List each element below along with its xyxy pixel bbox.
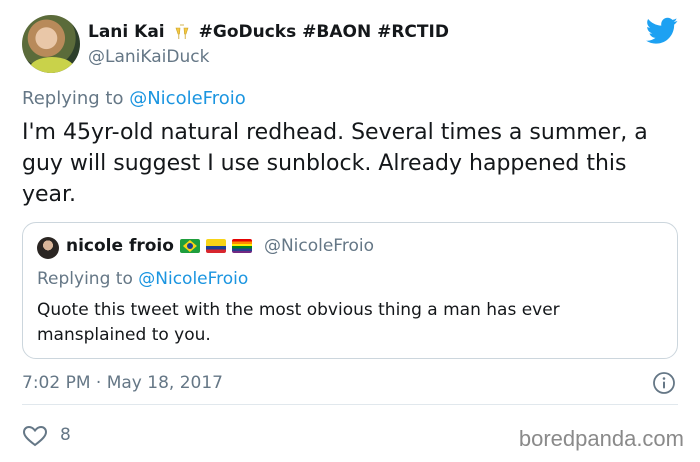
quoted-author-row[interactable]: nicole froio @NicoleFroio <box>66 236 374 256</box>
clinking-glasses-icon <box>175 24 189 39</box>
author-name-row[interactable]: Lani Kai #GoDucks #BAON #RCTID <box>88 22 449 42</box>
quoted-tweet-text: Quote this tweet with the most obvious t… <box>37 300 560 345</box>
brazil-flag-icon <box>179 239 200 253</box>
author-avatar[interactable] <box>22 15 80 73</box>
action-divider <box>22 404 678 405</box>
pride-flag-icon <box>231 239 252 253</box>
like-count[interactable]: 8 <box>60 425 71 445</box>
author-handle[interactable]: @LaniKaiDuck <box>88 47 209 67</box>
quoted-handle[interactable]: @NicoleFroio <box>264 236 374 256</box>
quoted-reply-prefix: Replying to <box>37 269 133 289</box>
heart-icon[interactable] <box>22 425 48 447</box>
author-display-name[interactable]: Lani Kai <box>88 22 165 42</box>
quoted-display-name[interactable]: nicole froio <box>66 236 174 256</box>
quoted-author-avatar[interactable] <box>37 237 59 259</box>
quoted-reply-mention[interactable]: @NicoleFroio <box>138 269 248 289</box>
reply-mention-link[interactable]: @NicoleFroio <box>129 88 246 109</box>
reply-prefix: Replying to <box>22 88 124 109</box>
author-hashtags[interactable]: #GoDucks #BAON #RCTID <box>199 22 449 42</box>
quoted-reply-context: Replying to @NicoleFroio <box>37 269 248 289</box>
twitter-bird-icon[interactable] <box>646 17 678 45</box>
tweet-timestamp[interactable]: 7:02 PM · May 18, 2017 <box>22 373 223 393</box>
info-icon[interactable] <box>652 371 676 395</box>
tweet-text: I'm 45yr-old natural redhead. Several ti… <box>22 120 648 207</box>
reply-context: Replying to @NicoleFroio <box>22 88 246 109</box>
colombia-flag-icon <box>205 239 226 253</box>
source-watermark: boredpanda.com <box>518 426 684 451</box>
quoted-tweet-card[interactable]: nicole froio @NicoleFroio Replying to @N… <box>22 222 678 359</box>
